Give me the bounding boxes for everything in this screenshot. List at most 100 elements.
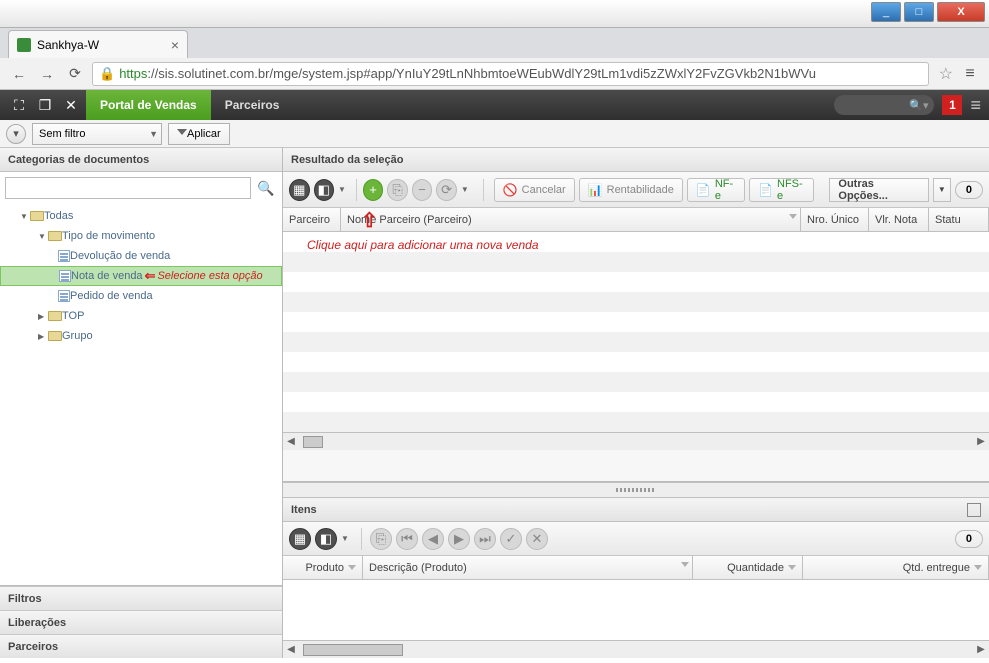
panel-liberacoes[interactable]: Liberações <box>0 610 282 634</box>
window-minimize-button[interactable]: _ <box>871 2 901 22</box>
forward-button[interactable]: → <box>36 63 58 85</box>
itens-toolbar: ▦ ◧ ▼ ⎘ ⏮ ◀ ▶ ⏭ ✓ ✕ 0 <box>283 522 989 556</box>
tree-node-pedido[interactable]: Pedido de venda <box>0 286 282 306</box>
copy-button[interactable]: ⎘ <box>370 528 392 550</box>
document-icon <box>59 270 71 282</box>
tab-portal-vendas[interactable]: Portal de Vendas <box>86 90 211 120</box>
app-menu-icon[interactable]: ≡ <box>970 95 981 116</box>
search-icon[interactable]: 🔍 <box>255 177 277 199</box>
chevron-down-icon: ▼ <box>149 129 158 139</box>
cancel-icon: 🚫 <box>503 183 518 197</box>
filter-dropdown[interactable]: Sem filtro ▼ <box>32 123 162 145</box>
panel-parceiros[interactable]: Parceiros <box>0 634 282 658</box>
itens-hscrollbar[interactable]: ◀▶ <box>283 640 989 658</box>
browser-tab[interactable]: Sankhya-W × <box>8 30 188 58</box>
window-maximize-button[interactable]: □ <box>904 2 934 22</box>
folder-icon <box>30 211 44 221</box>
filter-settings-button[interactable]: ▾ <box>6 124 26 144</box>
collapse-icon[interactable]: ▼ <box>38 232 48 241</box>
tree-node-top[interactable]: ▶ TOP <box>0 306 282 326</box>
splitter[interactable] <box>283 482 989 498</box>
itens-count-badge: 0 <box>955 530 983 548</box>
form-view-button[interactable]: ◧ <box>314 179 335 201</box>
remove-button[interactable]: − <box>412 179 433 201</box>
col-qtd-entregue[interactable]: Qtd. entregue <box>803 556 989 579</box>
outras-opcoes-button[interactable]: Outras Opções... <box>829 178 928 202</box>
col-parceiro[interactable]: Parceiro <box>283 208 341 231</box>
tree-node-grupo[interactable]: ▶ Grupo <box>0 326 282 346</box>
close-tab-icon[interactable]: ✕ <box>60 94 82 116</box>
filter-icon[interactable] <box>788 565 796 570</box>
url-input[interactable]: 🔒 https ://sis.solutinet.com.br/mge/syst… <box>92 62 929 86</box>
funnel-icon <box>177 129 187 139</box>
tree-node-nota-venda[interactable]: Nota de venda ⇐ Selecione esta opção <box>0 266 282 286</box>
panel-filtros[interactable]: Filtros <box>0 586 282 610</box>
windows-icon[interactable]: ❐ <box>34 94 56 116</box>
folder-icon <box>48 231 62 241</box>
apply-filter-button[interactable]: Aplicar <box>168 123 230 145</box>
result-grid: Parceiro Nome Parceiro (Parceiro) Nro. Ú… <box>283 208 989 482</box>
prev-button[interactable]: ◀ <box>422 528 444 550</box>
col-nome-parceiro[interactable]: Nome Parceiro (Parceiro) <box>341 208 801 231</box>
tree-node-todas[interactable]: ▼ Todas <box>0 206 282 226</box>
col-status[interactable]: Statu <box>929 208 989 231</box>
cancel-button[interactable]: ✕ <box>526 528 548 550</box>
last-button[interactable]: ⏭ <box>474 528 496 550</box>
categories-header: Categorias de documentos <box>0 148 282 172</box>
tab-parceiros[interactable]: Parceiros <box>211 90 294 120</box>
refresh-button[interactable]: ⟳ <box>436 179 457 201</box>
doc-icon: 📄 <box>696 183 711 197</box>
copy-button[interactable]: ⎘ <box>387 179 408 201</box>
search-pill[interactable]: 🔍▾ <box>834 95 934 115</box>
tree-node-devolucao[interactable]: Devolução de venda <box>0 246 282 266</box>
grid-body[interactable]: ⇧ Clique aqui para adicionar uma nova ve… <box>283 232 989 432</box>
col-descricao[interactable]: Descrição (Produto) <box>363 556 693 579</box>
cancel-button[interactable]: 🚫Cancelar <box>494 178 575 202</box>
next-button[interactable]: ▶ <box>448 528 470 550</box>
nfe-button[interactable]: 📄NF-e <box>687 178 745 202</box>
chevron-down-icon[interactable]: ▼ <box>338 185 346 194</box>
notification-badge[interactable]: 1 <box>942 95 962 115</box>
first-button[interactable]: ⏮ <box>396 528 418 550</box>
window-close-button[interactable]: X <box>937 2 985 22</box>
tab-close-icon[interactable]: × <box>171 37 179 53</box>
filter-icon[interactable] <box>789 214 797 219</box>
col-vlr-nota[interactable]: Vlr. Nota <box>869 208 929 231</box>
maximize-panel-icon[interactable] <box>967 503 981 517</box>
tree-label: Todas <box>44 210 73 222</box>
record-count-badge: 0 <box>955 181 983 199</box>
rentabilidade-button[interactable]: 📊Rentabilidade <box>579 178 683 202</box>
nfse-button[interactable]: 📄NFS-e <box>749 178 814 202</box>
filter-icon[interactable] <box>974 565 982 570</box>
chevron-down-icon[interactable]: ▼ <box>461 185 469 194</box>
category-search-input[interactable] <box>5 177 251 199</box>
add-button[interactable]: + <box>363 179 384 201</box>
col-nro-unico[interactable]: Nro. Único <box>801 208 869 231</box>
confirm-button[interactable]: ✓ <box>500 528 522 550</box>
col-quantidade[interactable]: Quantidade <box>693 556 803 579</box>
search-icon: 🔍▾ <box>909 99 928 112</box>
reload-button[interactable]: ⟳ <box>64 63 86 85</box>
filter-icon[interactable] <box>681 562 689 567</box>
collapse-icon[interactable]: ▼ <box>20 212 30 221</box>
grid-view-button[interactable]: ▦ <box>289 528 311 550</box>
grid-view-button[interactable]: ▦ <box>289 179 310 201</box>
grid-hscrollbar[interactable]: ◀▶ <box>283 432 989 450</box>
chrome-menu-icon[interactable]: ≡ <box>959 65 981 83</box>
chevron-down-icon[interactable]: ▼ <box>341 534 349 543</box>
bookmark-star-icon[interactable]: ☆ <box>939 64 953 84</box>
folder-icon <box>48 311 62 321</box>
expand-icon[interactable]: ▶ <box>38 312 48 321</box>
tree-label: Devolução de venda <box>70 250 170 262</box>
url-protocol: https <box>119 66 147 81</box>
back-button[interactable]: ← <box>8 63 30 85</box>
right-panel: Resultado da seleção ▦ ◧ ▼ + ⎘ − ⟳ ▼ 🚫Ca… <box>283 148 989 658</box>
tree-node-tipo-movimento[interactable]: ▼ Tipo de movimento <box>0 226 282 246</box>
col-produto[interactable]: Produto <box>283 556 363 579</box>
expand-icon[interactable]: ▶ <box>38 332 48 341</box>
tab-title: Sankhya-W <box>37 38 99 52</box>
fit-screen-icon[interactable]: ⛶ <box>8 94 30 116</box>
form-view-button[interactable]: ◧ <box>315 528 337 550</box>
outras-opcoes-dropdown[interactable]: ▼ <box>933 178 951 202</box>
filter-icon[interactable] <box>348 565 356 570</box>
